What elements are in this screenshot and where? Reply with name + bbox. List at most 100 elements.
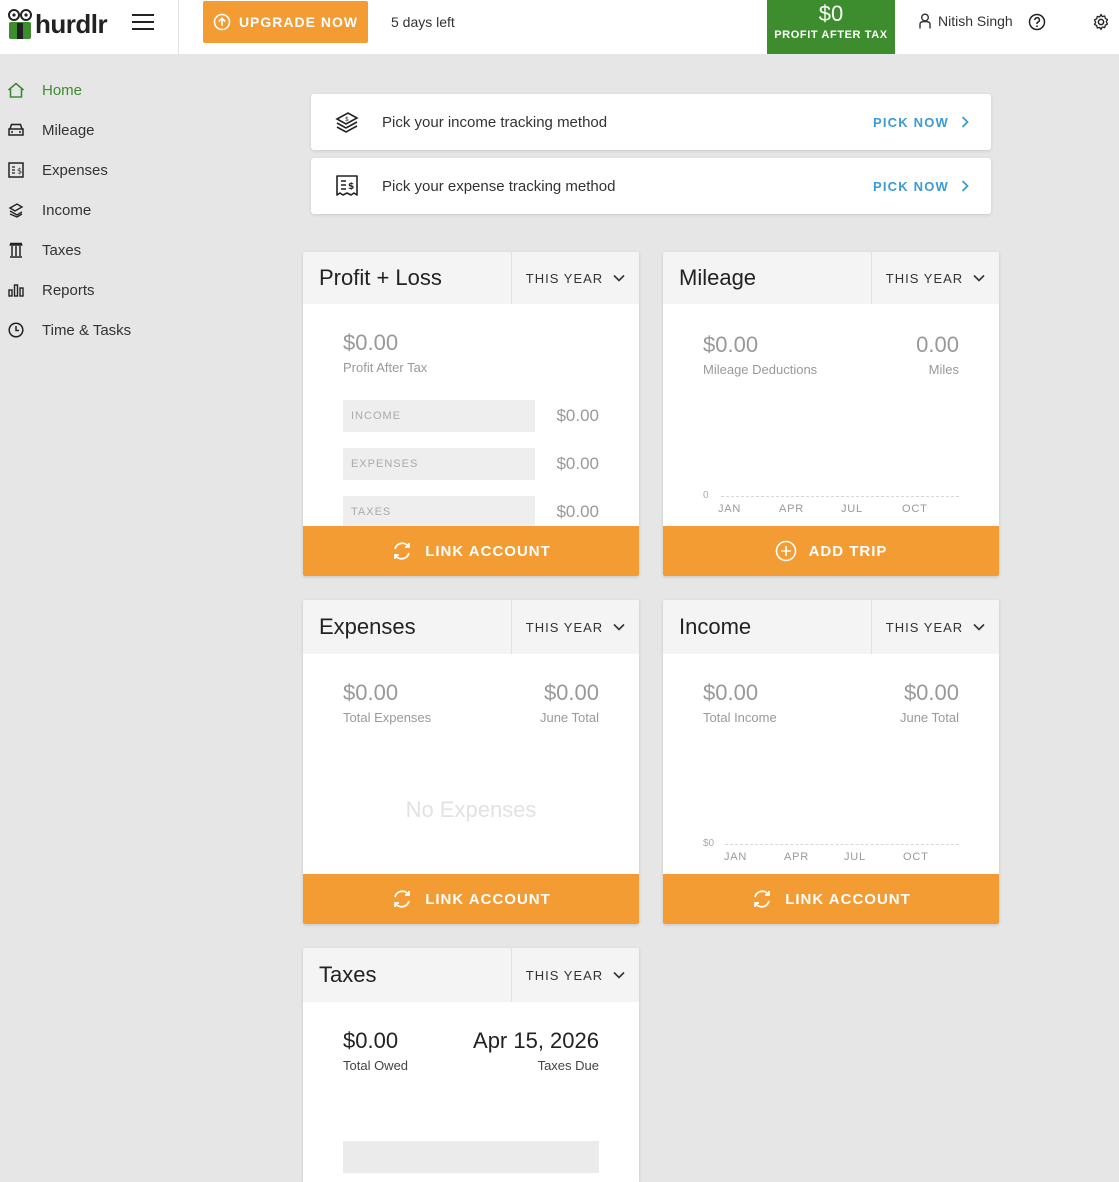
- header-divider: [178, 0, 179, 54]
- sidebar-item-taxes[interactable]: Taxes: [0, 230, 180, 270]
- footer-label: ADD TRIP: [808, 542, 888, 560]
- gear-icon[interactable]: [1092, 13, 1110, 36]
- footer-label: LINK ACCOUNT: [425, 890, 551, 908]
- menu-toggle-icon[interactable]: [132, 14, 154, 32]
- logo-owl-icon: [6, 7, 34, 41]
- link-account-button[interactable]: LINK ACCOUNT: [303, 874, 639, 924]
- income-method-banner[interactable]: $ Pick your income tracking method PICK …: [311, 94, 991, 150]
- sidebar-item-expenses[interactable]: $ Expenses: [0, 150, 180, 190]
- svg-text:$: $: [345, 116, 349, 123]
- metric-value: $0.00: [343, 1028, 399, 1053]
- upload-arrow-icon: [213, 13, 231, 31]
- income-card: Income THIS YEAR $0.00 Total Income $0.0…: [663, 600, 999, 924]
- chevron-right-icon: [961, 180, 969, 192]
- card-title: Taxes: [319, 962, 377, 987]
- expenses-card: Expenses THIS YEAR $0.00 Total Expenses …: [303, 600, 639, 924]
- logo-text: hurdlr: [35, 8, 108, 39]
- month-tick: OCT: [902, 503, 928, 515]
- profit-value: $0: [818, 1, 844, 26]
- y-axis-zero-label: $0: [703, 838, 715, 849]
- sidebar-item-label: Reports: [42, 281, 95, 299]
- period-dropdown[interactable]: THIS YEAR: [511, 600, 639, 654]
- sync-icon: [754, 890, 771, 908]
- row-amount: $0.00: [556, 406, 599, 425]
- row-amount: $0.00: [556, 502, 599, 521]
- sidebar-item-reports[interactable]: Reports: [0, 270, 180, 310]
- profit-label: PROFIT AFTER TAX: [774, 29, 888, 41]
- hurdlr-logo[interactable]: hurdlr: [6, 6, 108, 42]
- total-expenses-metric: $0.00 Total Expenses: [343, 680, 431, 725]
- chevron-down-icon: [613, 623, 625, 631]
- card-header: Profit + Loss THIS YEAR: [303, 252, 639, 304]
- income-row: INCOME $0.00: [343, 400, 599, 432]
- bar-chart-icon: [7, 281, 25, 299]
- row-label: EXPENSES: [343, 448, 535, 480]
- total-owed-metric: $0.00 Total Owed: [343, 1028, 408, 1073]
- taxes-row: TAXES $0.00: [343, 496, 599, 528]
- metric-value: $0.00: [343, 330, 399, 355]
- add-trip-button[interactable]: ADD TRIP: [663, 526, 999, 576]
- sidebar-nav: Home Mileage $ Expenses Income Taxes Rep…: [0, 70, 180, 350]
- chart-baseline: [725, 844, 959, 845]
- footer-label: LINK ACCOUNT: [785, 890, 911, 908]
- help-icon[interactable]: [1028, 13, 1046, 36]
- month-tick: OCT: [903, 851, 929, 863]
- metric-value: $0.00: [343, 680, 399, 705]
- upgrade-now-button[interactable]: UPGRADE NOW: [203, 1, 368, 43]
- sync-icon: [394, 890, 411, 908]
- home-icon: [7, 81, 25, 99]
- period-dropdown[interactable]: THIS YEAR: [511, 948, 639, 1002]
- sidebar-item-label: Time & Tasks: [42, 321, 132, 339]
- government-building-icon: [7, 241, 25, 259]
- metric-label: Total Expenses: [343, 710, 432, 725]
- y-axis-zero-label: 0: [703, 490, 709, 501]
- row-amount: $0.00: [556, 454, 599, 473]
- receipt-icon: $: [335, 174, 359, 198]
- row-label: INCOME: [343, 400, 535, 432]
- chevron-right-icon: [961, 116, 969, 128]
- expense-method-banner[interactable]: $ Pick your expense tracking method PICK…: [311, 158, 991, 214]
- sidebar-item-home[interactable]: Home: [0, 70, 180, 110]
- card-header: Taxes THIS YEAR: [303, 948, 639, 1002]
- pick-now-link[interactable]: PICK NOW: [873, 179, 969, 194]
- month-tick: APR: [779, 503, 805, 515]
- period-dropdown[interactable]: THIS YEAR: [511, 252, 639, 304]
- row-label: TAXES: [343, 496, 535, 528]
- sidebar-item-income[interactable]: Income: [0, 190, 180, 230]
- sync-icon: [394, 542, 411, 560]
- link-account-button[interactable]: LINK ACCOUNT: [303, 526, 639, 576]
- money-stack-icon: $: [335, 110, 359, 134]
- income-chart: $0 JAN APR JUL OCT: [663, 600, 999, 874]
- receipt-icon: $: [7, 161, 25, 179]
- month-tick: JAN: [718, 503, 742, 515]
- link-account-button[interactable]: LINK ACCOUNT: [663, 874, 999, 924]
- plus-circle-icon: [775, 540, 796, 562]
- user-menu[interactable]: Nitish Singh: [918, 13, 1013, 29]
- month-tick: JUL: [844, 851, 866, 863]
- month-tick: JAN: [724, 851, 748, 863]
- profit-after-tax-metric: $0.00 Profit After Tax: [343, 330, 427, 375]
- banner-text: Pick your expense tracking method: [382, 177, 616, 195]
- pick-now-link[interactable]: PICK NOW: [873, 115, 969, 130]
- metric-label: Taxes Due: [537, 1058, 599, 1073]
- money-stack-icon: [7, 201, 25, 219]
- card-title: Profit + Loss: [319, 265, 442, 290]
- card-header: Expenses THIS YEAR: [303, 600, 639, 654]
- metric-value: $0.00: [543, 680, 599, 705]
- sidebar-item-mileage[interactable]: Mileage: [0, 110, 180, 150]
- sidebar-item-label: Mileage: [42, 121, 95, 139]
- taxes-due-metric: Apr 15, 2026 Taxes Due: [473, 1028, 599, 1073]
- user-icon: [919, 13, 931, 29]
- month-tick: JUL: [841, 503, 863, 515]
- metric-label: June Total: [539, 710, 599, 725]
- sidebar-item-label: Expenses: [42, 161, 108, 179]
- chevron-down-icon: [613, 274, 625, 282]
- no-expenses-message: No Expenses: [405, 797, 537, 822]
- metric-value: Apr 15, 2026: [473, 1028, 599, 1053]
- metric-label: Profit After Tax: [343, 360, 428, 375]
- expenses-row: EXPENSES $0.00: [343, 448, 599, 480]
- chevron-down-icon: [613, 971, 625, 979]
- sidebar-item-time-tasks[interactable]: Time & Tasks: [0, 310, 180, 350]
- profit-after-tax-badge[interactable]: $0 PROFIT AFTER TAX: [767, 0, 895, 54]
- taxes-card: Taxes THIS YEAR $0.00 Total Owed Apr 15,…: [303, 948, 639, 1182]
